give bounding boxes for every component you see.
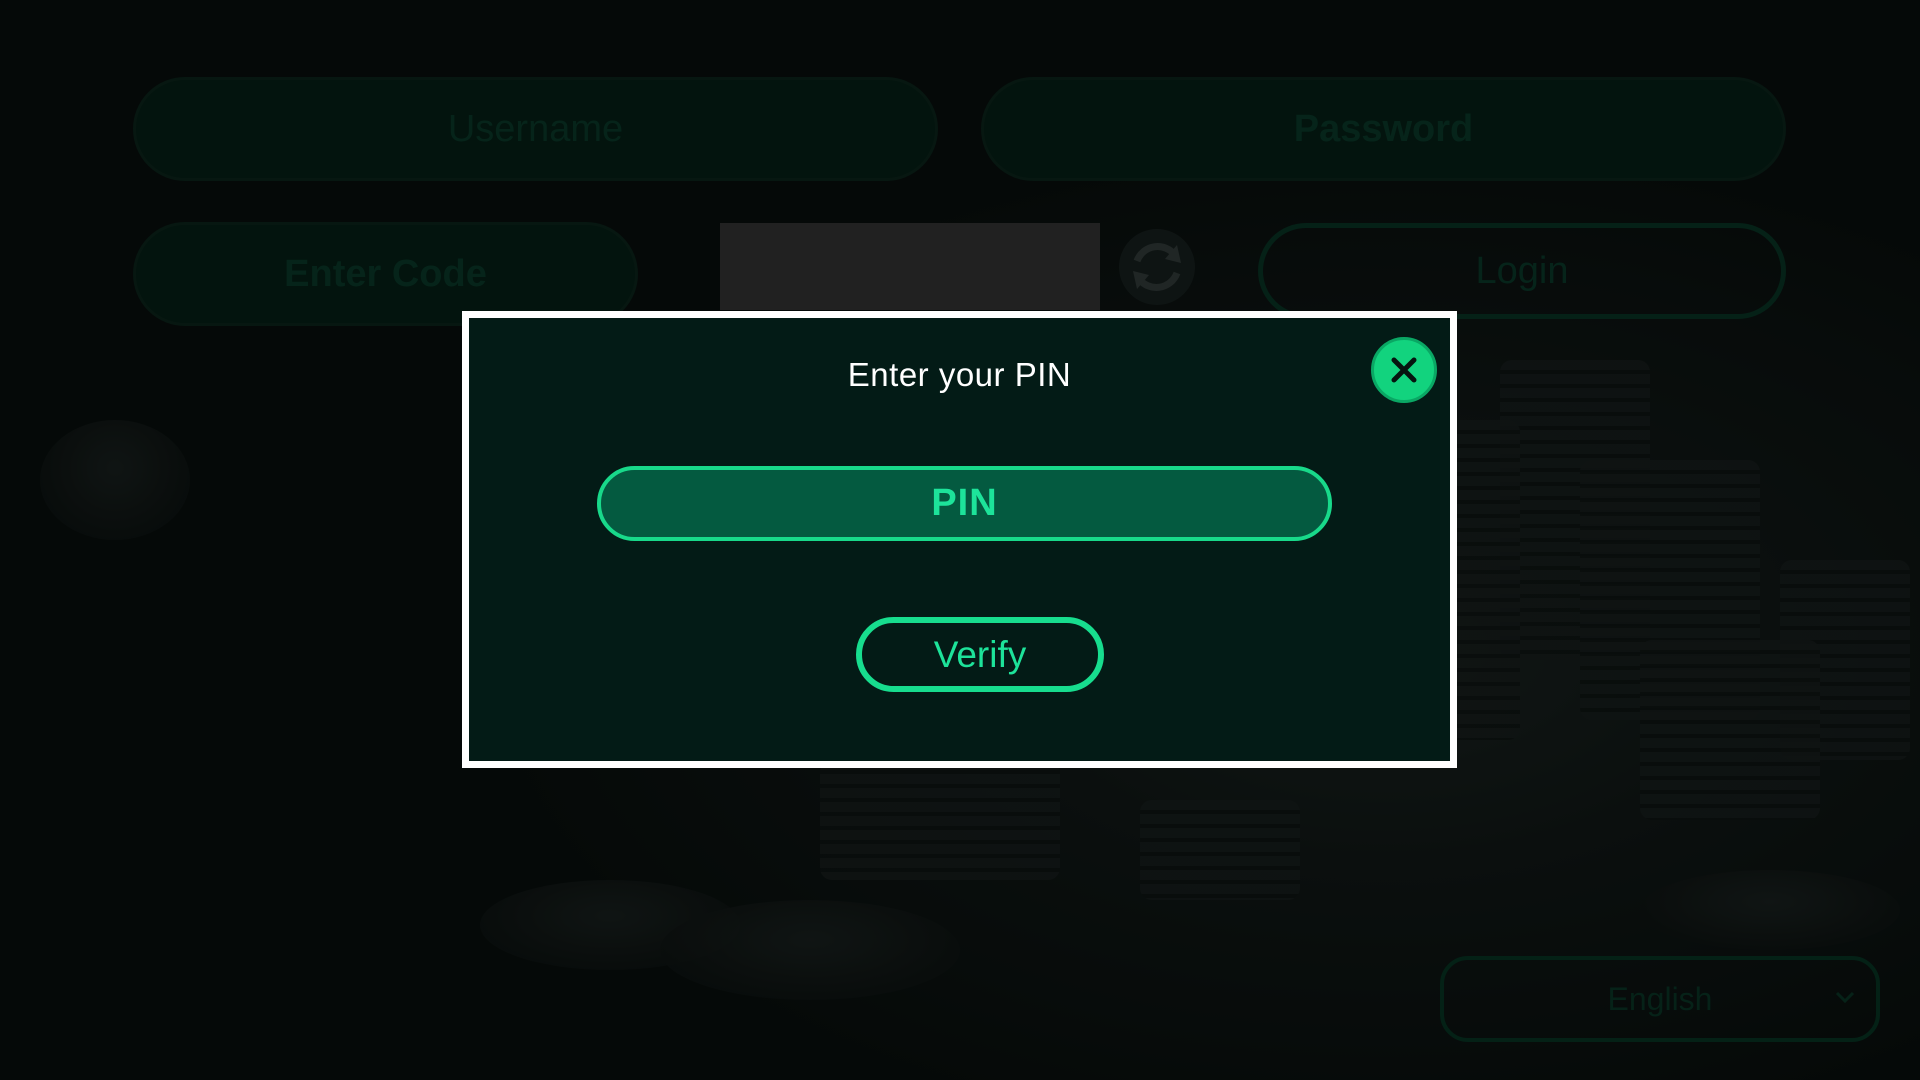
close-icon xyxy=(1391,357,1417,383)
close-button[interactable] xyxy=(1371,337,1437,403)
pin-dialog: Enter your PIN PIN Verify xyxy=(462,311,1457,768)
pin-placeholder: PIN xyxy=(931,482,998,524)
verify-label: Verify xyxy=(933,633,1027,675)
login-screen: Username Password Enter Code Login Engli… xyxy=(0,0,1920,1080)
pin-dialog-title: Enter your PIN xyxy=(847,356,1072,393)
pin-input[interactable]: PIN xyxy=(597,466,1332,541)
verify-button[interactable]: Verify xyxy=(856,617,1104,692)
